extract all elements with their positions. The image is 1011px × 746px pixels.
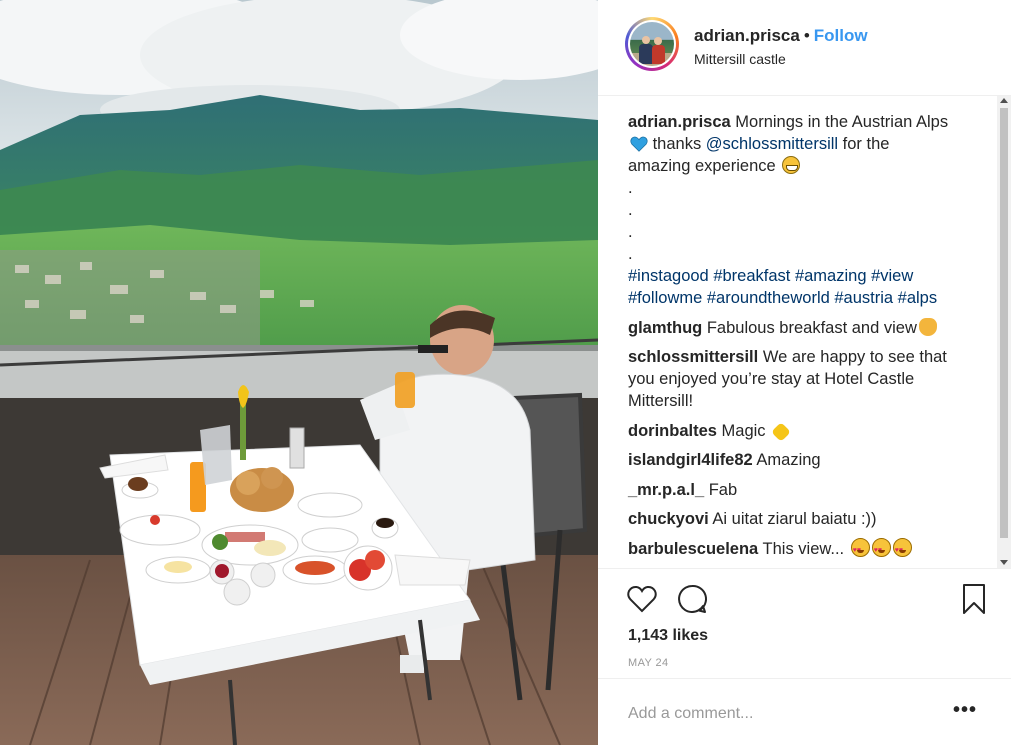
avatar-photo [630,22,674,66]
comment-username[interactable]: chuckyovi [628,510,709,528]
caption-hashtags-line2[interactable]: #followme #aroundtheworld #austria #alps [628,287,973,309]
comments-scrollbar[interactable] [997,96,1011,568]
more-options-icon[interactable]: ••• [953,700,983,723]
comment-username[interactable]: islandgirl4life82 [628,451,753,469]
comment: glamthug Fabulous breakfast and view [628,317,973,339]
comment-text: Fabulous breakfast and view [702,319,917,337]
comment-username[interactable]: barbulescuelena [628,540,758,558]
location-link[interactable]: Mittersill castle [694,51,786,67]
comment-username[interactable]: dorinbaltes [628,422,717,440]
comment-text-line2: you enjoyed you’re stay at Hotel Castle [628,370,915,388]
comment: schlossmittersill We are happy to see th… [628,346,973,412]
follow-button[interactable]: Follow [814,26,868,45]
comment-username[interactable]: _mr.p.a.l_ [628,481,704,499]
comment-text: Ai uitat ziarul baiatu :)) [708,510,877,528]
comments-scroll-area[interactable]: adrian.prisca Mornings in the Austrian A… [598,96,1011,568]
grinning-face-icon [782,156,801,174]
breakfast-alps-photo [0,0,598,745]
comment-text: We are happy to see that [758,348,947,366]
comment: barbulescuelena This view... [628,538,973,562]
comment-text: Amazing [752,451,821,469]
comment-bubble-icon[interactable] [676,583,708,615]
comment-text-line3: Mittersill! [628,392,694,410]
comment: chuckyovi Ai uitat ziarul baiatu :)) [628,508,973,530]
comment: islandgirl4life82 Amazing [628,449,973,471]
post-photo[interactable] [0,0,598,745]
glowing-star-icon [771,422,792,442]
heart-eyes-icon [892,538,912,562]
bookmark-icon[interactable] [958,583,990,615]
post-side-panel: adrian.prisca • Follow Mittersill castle a… [598,0,1011,745]
caption-dot: . [628,223,633,241]
comment-username[interactable]: schlossmittersill [628,348,758,366]
add-comment-bar: ••• [598,678,1011,746]
caption-dot: . [628,245,633,263]
caption-text-line1: Mornings in the Austrian Alps [730,113,949,131]
header-username[interactable]: adrian.prisca [694,26,800,45]
comment: dorinbaltes Magic [628,420,973,442]
caption: adrian.prisca Mornings in the Austrian A… [628,111,973,309]
caption-username[interactable]: adrian.prisca [628,113,731,131]
comment-input[interactable] [628,703,928,725]
comment-text: Fab [704,481,738,499]
comment-username[interactable]: glamthug [628,319,702,337]
heart-eyes-icon [850,538,870,562]
scroll-down-arrow-icon[interactable] [1000,560,1008,565]
caption-mention[interactable]: @schlossmittersill [706,135,838,153]
post-actions: 1,143 likes MAY 24 [598,568,1011,679]
comment-text: This view... [758,540,849,558]
comment: _mr.p.a.l_ Fab [628,479,973,501]
separator-dot: • [803,26,810,45]
scroll-up-arrow-icon[interactable] [1000,98,1008,103]
heart-icon[interactable] [626,583,658,615]
likes-count[interactable]: 1,143 likes [628,627,708,645]
post-header: adrian.prisca • Follow Mittersill castle [598,0,1011,96]
comment-text: Magic [716,422,771,440]
caption-hashtags-line1[interactable]: #instagood #breakfast #amazing #view [628,265,973,287]
blue-heart-icon [630,136,648,152]
clapping-hands-icon [918,318,937,336]
caption-text-line3: amazing experience [628,157,781,175]
caption-thanks: thanks [648,135,706,153]
caption-dot: . [628,179,633,197]
caption-dot: . [628,201,633,219]
caption-for-the: for the [838,135,890,153]
post-date[interactable]: MAY 24 [628,657,669,669]
avatar[interactable] [625,17,679,71]
scrollbar-thumb[interactable] [1000,108,1008,538]
heart-eyes-icon [871,538,891,562]
header-user-line: adrian.prisca • Follow [694,26,868,46]
